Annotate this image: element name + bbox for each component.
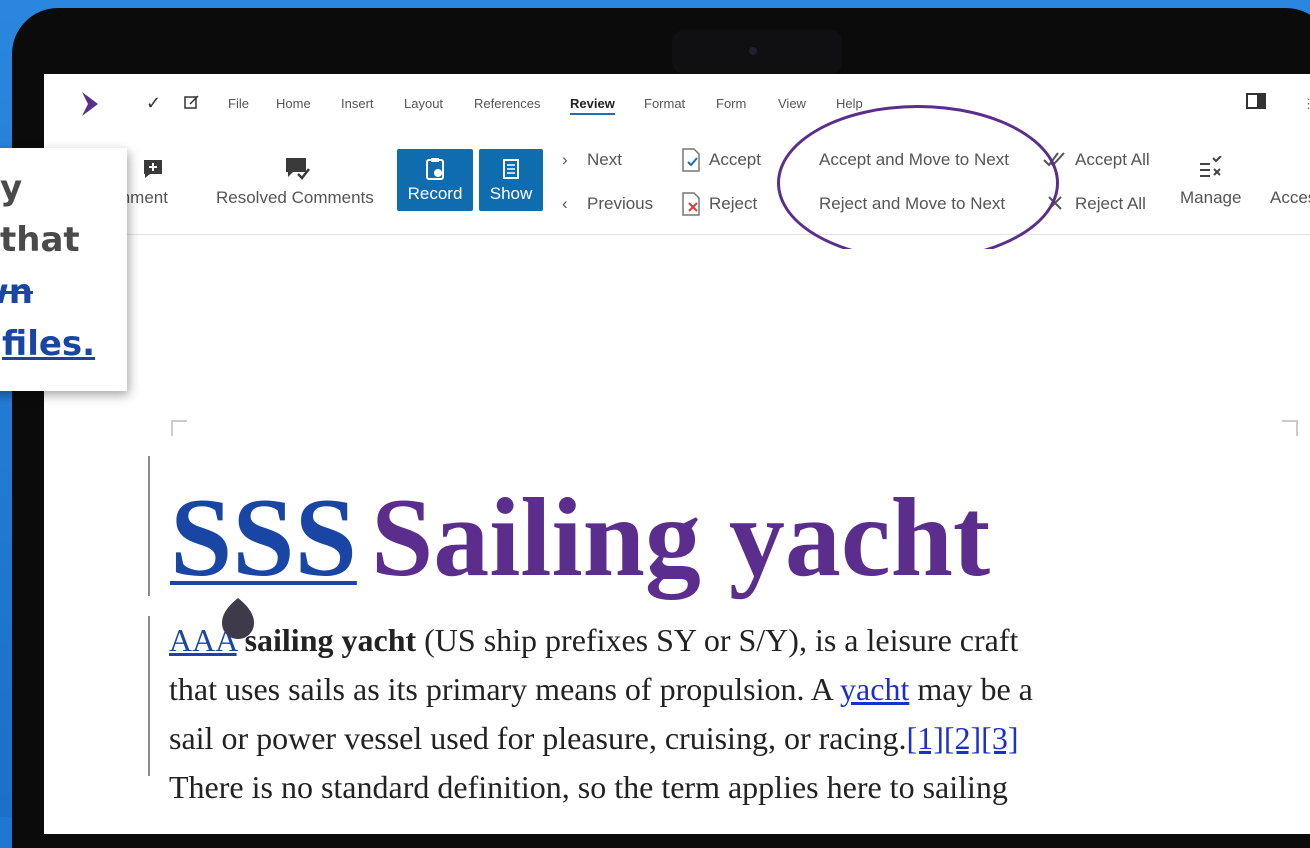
- chevron-left-icon[interactable]: ‹: [562, 194, 568, 214]
- record-label: Record: [407, 184, 463, 203]
- change-bar: [148, 616, 150, 776]
- app-logo-icon[interactable]: [80, 92, 100, 116]
- editor-screen: ✓ File Home Insert Layout References Rev…: [44, 74, 1310, 834]
- menu-review[interactable]: Review: [570, 96, 615, 115]
- menu-file[interactable]: File: [228, 96, 249, 111]
- sidebar-toggle-icon[interactable]: [1246, 93, 1266, 109]
- previous-change-button[interactable]: Previous: [587, 194, 653, 214]
- access-button[interactable]: Acces: [1270, 188, 1310, 208]
- track-changes-callout: y that own files.: [0, 148, 127, 391]
- paragraph-text: There is no standard definition, so the …: [169, 769, 1008, 805]
- callout-text: that: [0, 220, 80, 260]
- edit-icon[interactable]: [184, 94, 200, 110]
- paragraph-text: that uses sails as its primary means of …: [169, 671, 841, 707]
- check-icon[interactable]: ✓: [146, 93, 161, 114]
- menu-format[interactable]: Format: [644, 96, 685, 111]
- show-button[interactable]: Show: [479, 149, 543, 211]
- show-markup-icon: [503, 159, 519, 179]
- highlight-ellipse: [777, 105, 1059, 261]
- yacht-link[interactable]: yacht: [840, 671, 909, 707]
- record-changes-icon: [426, 158, 444, 180]
- manage-button[interactable]: Manage: [1180, 188, 1241, 208]
- resolved-comments-button[interactable]: Resolved Comments: [216, 188, 374, 208]
- change-bar: [148, 456, 150, 596]
- document-paragraph[interactable]: AAA sailing yacht (US ship prefixes SY o…: [169, 616, 1169, 812]
- paragraph-text: sail or power vessel used for pleasure, …: [169, 720, 907, 756]
- accept-button[interactable]: Accept: [709, 150, 761, 170]
- new-comment-icon[interactable]: [142, 158, 164, 180]
- manage-changes-icon[interactable]: [1198, 156, 1224, 178]
- bold-term: sailing yacht: [244, 622, 417, 658]
- menu-insert[interactable]: Insert: [341, 96, 374, 111]
- menu-view[interactable]: View: [778, 96, 806, 111]
- callout-text: y: [0, 168, 23, 208]
- chevron-right-icon[interactable]: ›: [562, 150, 568, 170]
- reference-links[interactable]: [1][2][3]: [907, 720, 1019, 756]
- record-button[interactable]: Record: [397, 149, 473, 211]
- accept-all-button[interactable]: Accept All: [1075, 150, 1150, 170]
- page-corner-marker: [171, 420, 187, 436]
- reject-button[interactable]: Reject: [709, 194, 757, 214]
- paragraph-text: may be a: [909, 671, 1033, 707]
- menu-layout[interactable]: Layout: [404, 96, 443, 111]
- text-cursor-handle-icon[interactable]: [220, 598, 256, 640]
- camera-notch: [672, 30, 842, 74]
- menu-form[interactable]: Form: [716, 96, 746, 111]
- page-corner-marker: [1282, 420, 1298, 436]
- show-label: Show: [489, 184, 533, 203]
- reject-all-button[interactable]: Reject All: [1075, 194, 1146, 214]
- menu-bar: ✓ File Home Insert Layout References Rev…: [44, 74, 1310, 130]
- menu-home[interactable]: Home: [276, 96, 311, 111]
- next-change-button[interactable]: Next: [587, 150, 622, 170]
- accept-icon[interactable]: [680, 148, 702, 172]
- paragraph-text: (US ship prefixes SY or S/Y), is a leisu…: [416, 622, 1019, 658]
- callout-inserted-text: files.: [2, 324, 96, 364]
- resolved-comments-icon[interactable]: [284, 156, 310, 180]
- more-icon[interactable]: ⋮: [1302, 96, 1310, 112]
- reject-icon[interactable]: [680, 192, 702, 216]
- document-title[interactable]: Sailing yacht: [371, 474, 990, 603]
- menu-help[interactable]: Help: [836, 96, 863, 111]
- callout-deleted-text: own: [0, 272, 33, 312]
- title-inserted-text[interactable]: SSS: [170, 474, 357, 603]
- menu-references[interactable]: References: [474, 96, 540, 111]
